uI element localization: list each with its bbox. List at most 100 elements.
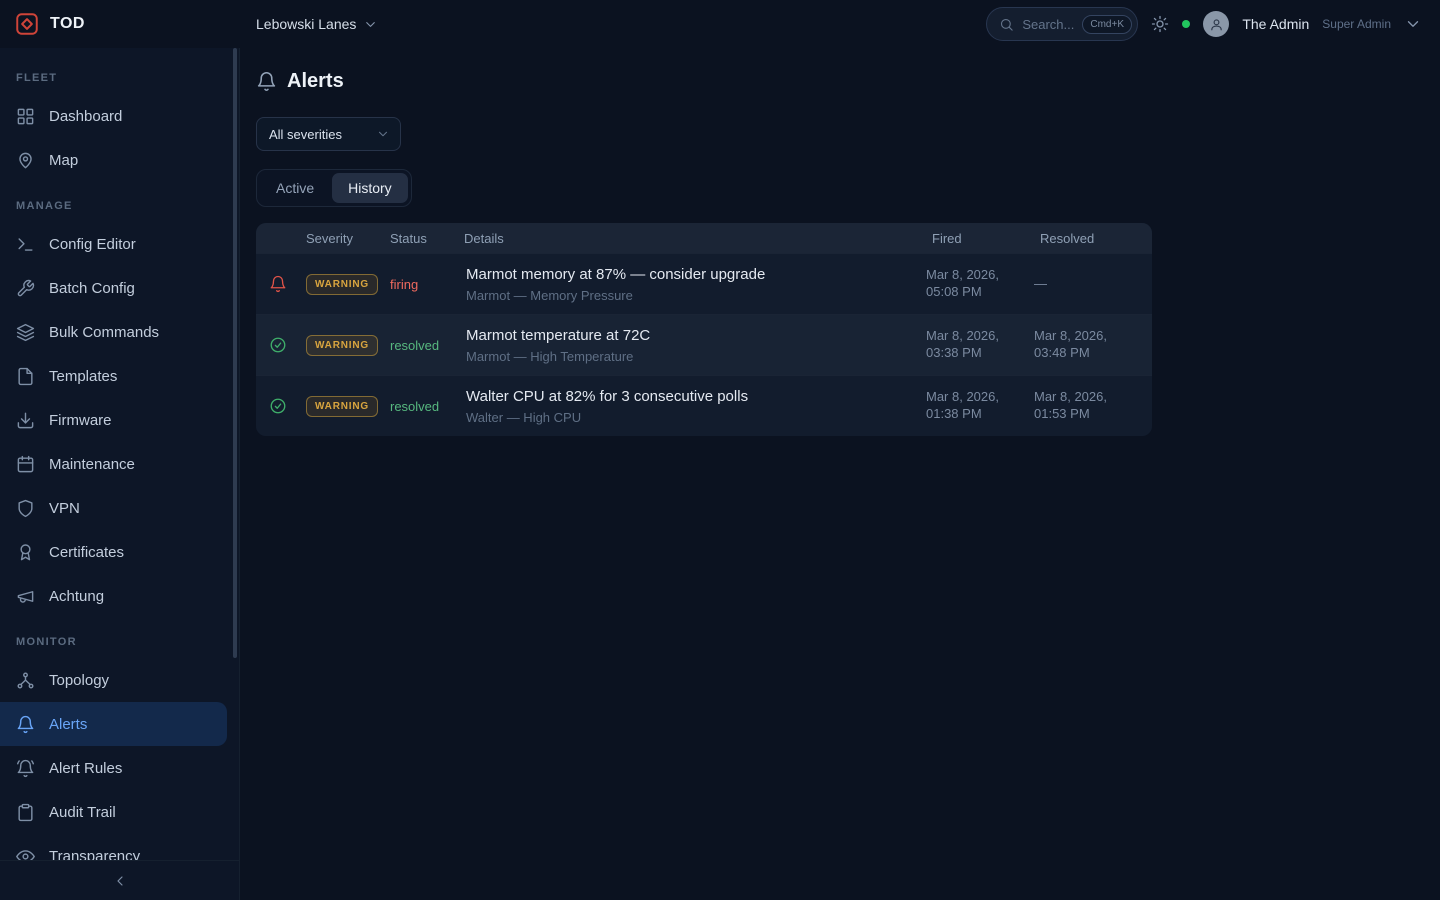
sidebar-item-config-editor[interactable]: Config Editor [0, 222, 239, 266]
sidebar-item-batch-config[interactable]: Batch Config [0, 266, 239, 310]
bell-ring-icon [16, 759, 35, 778]
alert-subtitle: Walter — High CPU [466, 410, 916, 425]
brand: TOD [0, 11, 240, 37]
sidebar-item-bulk-commands[interactable]: Bulk Commands [0, 310, 239, 354]
sidebar-item-topology[interactable]: Topology [0, 658, 239, 702]
download-icon [16, 411, 35, 430]
sidebar-item-label: Transparency [49, 848, 140, 861]
sidebar-scrollbar[interactable] [233, 48, 237, 658]
network-icon [16, 671, 35, 690]
sidebar-item-label: Config Editor [49, 236, 136, 253]
page-header: Alerts [256, 70, 1424, 93]
table-row[interactable]: WARNINGfiringMarmot memory at 87% — cons… [256, 253, 1152, 314]
sidebar-item-transparency[interactable]: Transparency [0, 834, 239, 860]
layers-icon [16, 323, 35, 342]
severity-filter-select[interactable]: All severities [256, 117, 401, 151]
severity-badge: WARNING [306, 274, 378, 295]
sidebar-item-label: Achtung [49, 588, 104, 605]
severity-cell: WARNING [300, 274, 384, 295]
sidebar-item-label: Bulk Commands [49, 324, 159, 341]
shield-icon [16, 499, 35, 518]
sidebar-item-audit-trail[interactable]: Audit Trail [0, 790, 239, 834]
sidebar-item-label: Alerts [49, 716, 87, 733]
tab-active[interactable]: Active [260, 173, 330, 203]
sidebar-item-label: VPN [49, 500, 80, 517]
tenant-name: Lebowski Lanes [256, 16, 356, 32]
sidebar-item-label: Topology [49, 672, 109, 689]
megaphone-icon [16, 587, 35, 606]
alert-title: Walter CPU at 82% for 3 consecutive poll… [466, 388, 916, 405]
sidebar-item-achtung[interactable]: Achtung [0, 574, 239, 618]
map-pin-icon [16, 151, 35, 170]
alert-subtitle: Marmot — Memory Pressure [466, 288, 916, 303]
sidebar-item-label: Batch Config [49, 280, 135, 297]
sidebar-item-label: Dashboard [49, 108, 122, 125]
theme-toggle-button[interactable] [1151, 15, 1169, 33]
app-name: TOD [50, 15, 85, 33]
resolved-cell: Mar 8, 2026, 01:53 PM [1034, 389, 1152, 423]
details-cell: Marmot memory at 87% — consider upgrade M… [458, 256, 926, 313]
main-content: Alerts All severities Active History Sev… [240, 48, 1440, 900]
grid-icon [16, 107, 35, 126]
severity-filter-value: All severities [269, 127, 342, 142]
sidebar-item-certificates[interactable]: Certificates [0, 530, 239, 574]
sidebar-item-firmware[interactable]: Firmware [0, 398, 239, 442]
sidebar-item-templates[interactable]: Templates [0, 354, 239, 398]
check-circle-icon [269, 336, 287, 354]
search-placeholder: Search... [1022, 17, 1074, 32]
sidebar-item-label: Alert Rules [49, 760, 122, 777]
sidebar-item-map[interactable]: Map [0, 138, 239, 182]
status-cell: resolved [384, 338, 458, 353]
check-circle-icon [269, 397, 287, 415]
clipboard-icon [16, 803, 35, 822]
eye-icon [16, 847, 35, 861]
sidebar-item-label: Certificates [49, 544, 124, 561]
sidebar-section-heading: MONITOR [0, 618, 239, 658]
sidebar-item-vpn[interactable]: VPN [0, 486, 239, 530]
file-icon [16, 367, 35, 386]
details-cell: Walter CPU at 82% for 3 consecutive poll… [458, 378, 926, 435]
app-logo-icon [14, 11, 40, 37]
alerts-tabs: Active History [256, 169, 412, 207]
alert-title: Marmot memory at 87% — consider upgrade [466, 266, 916, 283]
bell-icon [256, 71, 277, 92]
chevron-down-icon [363, 17, 378, 32]
page-title: Alerts [287, 70, 344, 93]
severity-cell: WARNING [300, 396, 384, 417]
sidebar-nav: FLEETDashboardMapMANAGEConfig EditorBatc… [0, 48, 239, 860]
user-name: The Admin [1242, 16, 1309, 32]
col-resolved: Resolved [1034, 231, 1152, 246]
avatar[interactable] [1203, 11, 1229, 37]
fired-cell: Mar 8, 2026, 01:38 PM [926, 389, 1034, 423]
table-row[interactable]: WARNINGresolvedMarmot temperature at 72C… [256, 314, 1152, 375]
topbar: TOD Lebowski Lanes Search... Cmd+K The A… [0, 0, 1440, 48]
sidebar-collapse-button[interactable] [112, 873, 128, 889]
resolved-cell: — [1034, 276, 1152, 293]
table-row[interactable]: WARNINGresolvedWalter CPU at 82% for 3 c… [256, 375, 1152, 436]
search-icon [999, 17, 1014, 32]
sidebar-item-label: Map [49, 152, 78, 169]
sidebar-item-label: Templates [49, 368, 117, 385]
fired-cell: Mar 8, 2026, 05:08 PM [926, 267, 1034, 301]
search-shortcut-badge: Cmd+K [1082, 15, 1132, 34]
calendar-icon [16, 455, 35, 474]
tab-history[interactable]: History [332, 173, 408, 203]
user-menu-chevron-icon[interactable] [1404, 15, 1422, 33]
alerts-table-body: WARNINGfiringMarmot memory at 87% — cons… [256, 253, 1152, 436]
terminal-icon [16, 235, 35, 254]
sidebar-item-maintenance[interactable]: Maintenance [0, 442, 239, 486]
user-role: Super Admin [1322, 17, 1391, 31]
sidebar-item-label: Audit Trail [49, 804, 116, 821]
row-state-cell [256, 275, 300, 293]
col-status: Status [384, 231, 458, 246]
sidebar-item-alerts[interactable]: Alerts [0, 702, 227, 746]
sidebar-item-dashboard[interactable]: Dashboard [0, 94, 239, 138]
wrench-icon [16, 279, 35, 298]
tenant-selector[interactable]: Lebowski Lanes [256, 16, 378, 32]
bell-icon [269, 275, 287, 293]
search-input[interactable]: Search... Cmd+K [986, 7, 1138, 41]
award-icon [16, 543, 35, 562]
resolved-cell: Mar 8, 2026, 03:48 PM [1034, 328, 1152, 362]
sidebar-section-heading: FLEET [0, 54, 239, 94]
sidebar-item-alert-rules[interactable]: Alert Rules [0, 746, 239, 790]
